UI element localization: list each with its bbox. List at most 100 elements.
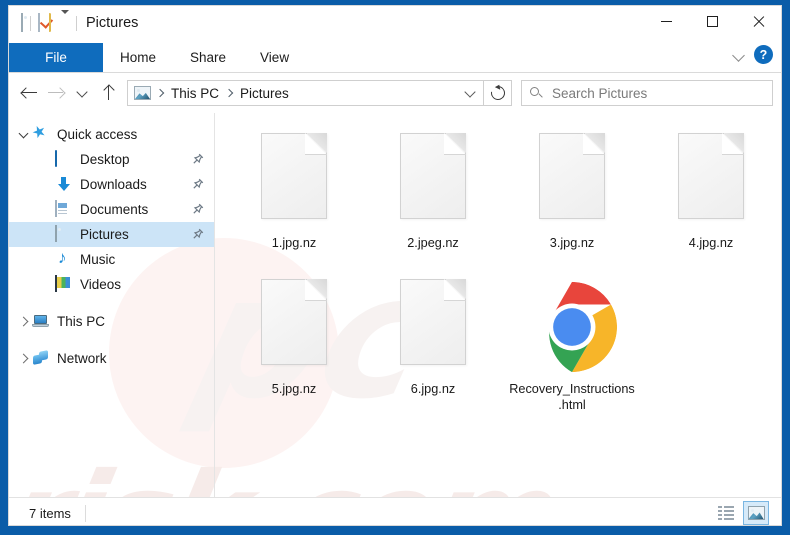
- pin-icon[interactable]: [192, 228, 204, 241]
- file-grid: 1.jpg.nz 2.jpeg.nz 3.jpg.nz 4.jpg.nz 5.j: [228, 129, 781, 421]
- file-item[interactable]: 5.jpg.nz: [228, 275, 360, 421]
- quick-access-toolbar: Pictures: [21, 10, 139, 32]
- new-folder-icon[interactable]: [49, 13, 51, 32]
- file-name: 6.jpg.nz: [410, 382, 456, 396]
- file-name: 2.jpeg.nz: [407, 236, 459, 250]
- properties-icon[interactable]: [38, 13, 54, 32]
- customize-dropdown-icon[interactable]: [61, 10, 69, 32]
- blank-file-icon: [539, 133, 605, 219]
- close-button[interactable]: [735, 6, 781, 36]
- breadcrumb-pictures[interactable]: Pictures: [235, 84, 294, 103]
- item-count: 7 items: [29, 505, 71, 521]
- large-icons-view-icon: [747, 506, 765, 520]
- pin-icon[interactable]: [192, 203, 204, 216]
- file-item[interactable]: 6.jpg.nz: [367, 275, 499, 421]
- file-name: 1.jpg.nz: [271, 236, 317, 250]
- ribbon-tab-bar: File Home Share View ?: [9, 43, 781, 73]
- tab-file[interactable]: File: [9, 43, 103, 72]
- sidebar-item-label: Documents: [80, 202, 149, 217]
- address-bar-row: This PC Pictures Search Pictures: [9, 73, 781, 113]
- sidebar-item-label: Music: [80, 252, 116, 267]
- blank-file-icon: [400, 279, 466, 365]
- search-input[interactable]: Search Pictures: [552, 86, 647, 101]
- sidebar-item-videos[interactable]: Videos: [9, 272, 214, 297]
- pictures-icon: [55, 225, 73, 243]
- details-view-button[interactable]: [713, 501, 739, 525]
- blank-file-icon: [400, 133, 466, 219]
- address-pictures-icon: [134, 86, 151, 100]
- file-item[interactable]: 2.jpeg.nz: [367, 129, 499, 275]
- recent-locations-button[interactable]: [69, 80, 95, 106]
- sidebar-item-label: Network: [57, 351, 107, 366]
- sidebar-item-label: Desktop: [80, 152, 130, 167]
- breadcrumb: This PC Pictures: [155, 84, 463, 103]
- sidebar-item-this-pc[interactable]: This PC: [9, 309, 214, 334]
- breadcrumb-separator-icon-2: [225, 89, 234, 98]
- navigation-pane: Quick access Desktop Downloads: [9, 113, 214, 497]
- sidebar-item-downloads[interactable]: Downloads: [9, 172, 214, 197]
- chevron-right-icon[interactable]: [16, 351, 32, 367]
- ribbon-right-controls: ?: [733, 45, 773, 64]
- sidebar-item-quick-access[interactable]: Quick access: [9, 122, 214, 147]
- window-controls: [643, 6, 781, 36]
- status-bar: 7 items: [9, 497, 781, 525]
- pin-icon[interactable]: [192, 153, 204, 166]
- large-icons-view-button[interactable]: [743, 501, 769, 525]
- view-toggle-group: [713, 501, 775, 525]
- sidebar-item-label: This PC: [57, 314, 106, 329]
- file-name: 4.jpg.nz: [688, 236, 734, 250]
- file-name: 3.jpg.nz: [549, 236, 595, 250]
- minimize-button[interactable]: [643, 6, 689, 36]
- explorer-body: pc Quick access Desktop Downloads: [9, 113, 781, 525]
- file-name: 5.jpg.nz: [271, 382, 317, 396]
- search-icon: [530, 86, 543, 100]
- back-button[interactable]: [17, 80, 43, 106]
- sidebar-item-desktop[interactable]: Desktop: [9, 147, 214, 172]
- sidebar-item-pictures[interactable]: Pictures: [9, 222, 214, 247]
- file-list-view[interactable]: 1.jpg.nz 2.jpeg.nz 3.jpg.nz 4.jpg.nz 5.j: [214, 113, 781, 497]
- breadcrumb-separator-icon: [156, 89, 165, 98]
- tab-share[interactable]: Share: [173, 43, 243, 72]
- tab-view[interactable]: View: [243, 43, 306, 72]
- address-dropdown-icon[interactable]: [463, 87, 477, 99]
- pane-divider[interactable]: [214, 113, 215, 497]
- tab-home[interactable]: Home: [103, 43, 173, 72]
- music-icon: [55, 248, 73, 268]
- star-icon: [32, 126, 50, 143]
- pin-icon[interactable]: [192, 178, 204, 191]
- sidebar-item-label: Videos: [80, 277, 122, 292]
- sidebar-item-network[interactable]: Network: [9, 346, 214, 371]
- desktop-icon: [55, 150, 73, 168]
- forward-button: [43, 80, 69, 106]
- pictures-icon[interactable]: [21, 13, 23, 32]
- videos-icon: [55, 275, 73, 293]
- sidebar-item-documents[interactable]: Documents: [9, 197, 214, 222]
- chevron-right-icon[interactable]: [16, 314, 32, 330]
- refresh-button[interactable]: [484, 80, 512, 106]
- file-name: Recovery_Instructions.html: [509, 382, 635, 412]
- maximize-button[interactable]: [689, 6, 735, 36]
- blank-file-icon: [678, 133, 744, 219]
- blank-file-icon: [261, 133, 327, 219]
- downloads-icon: [55, 176, 73, 193]
- file-item[interactable]: 3.jpg.nz: [506, 129, 638, 275]
- file-item[interactable]: 4.jpg.nz: [645, 129, 777, 275]
- search-box[interactable]: Search Pictures: [521, 80, 773, 106]
- help-icon[interactable]: ?: [754, 45, 773, 64]
- documents-icon: [55, 200, 73, 218]
- qat-divider: [30, 15, 31, 31]
- this-pc-icon: [32, 313, 50, 330]
- chrome-icon: [526, 281, 618, 373]
- sidebar-item-music[interactable]: Music: [9, 247, 214, 272]
- up-button[interactable]: [95, 80, 121, 106]
- details-view-icon: [718, 506, 734, 520]
- window-title: Pictures: [86, 15, 139, 31]
- file-item[interactable]: Recovery_Instructions.html: [506, 275, 638, 421]
- network-icon: [32, 350, 50, 367]
- address-bar[interactable]: This PC Pictures: [127, 80, 484, 106]
- ribbon-tabs: File Home Share View: [9, 43, 781, 72]
- file-item[interactable]: 1.jpg.nz: [228, 129, 360, 275]
- breadcrumb-this-pc[interactable]: This PC: [166, 84, 224, 103]
- chevron-down-icon[interactable]: [733, 49, 745, 61]
- title-bar: Pictures: [9, 6, 781, 43]
